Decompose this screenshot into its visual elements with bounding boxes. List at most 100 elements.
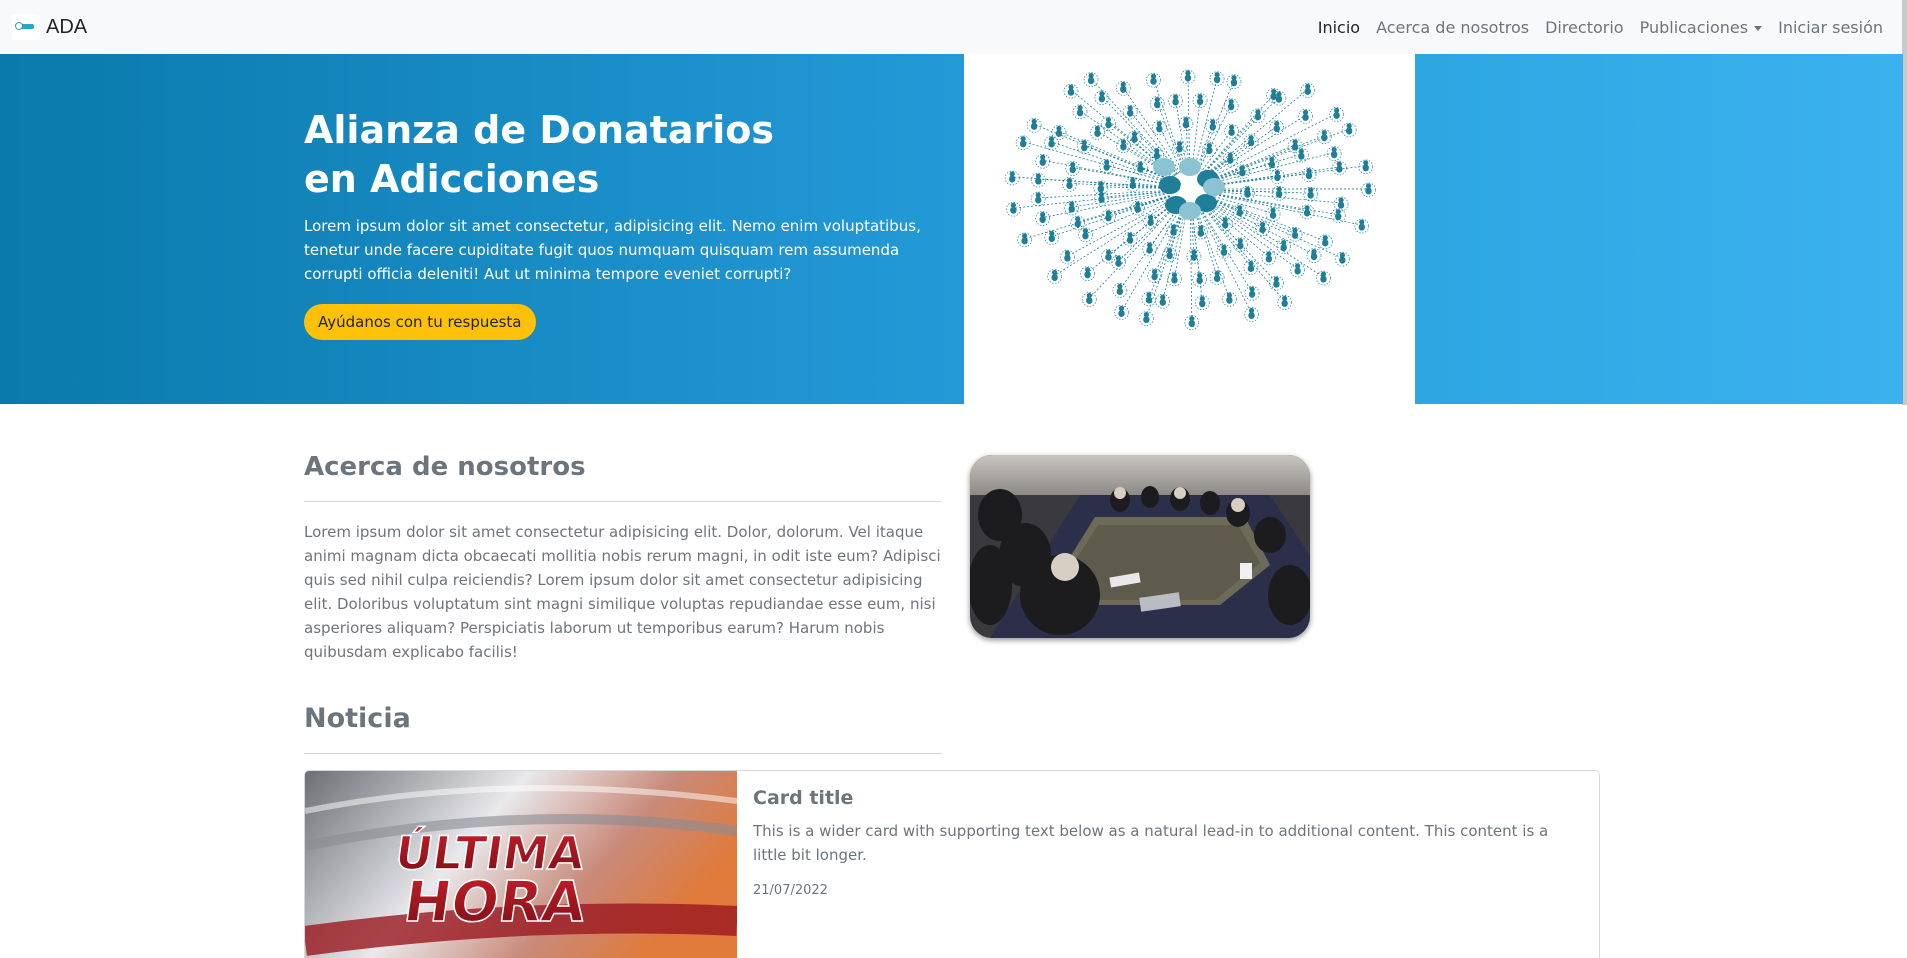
network-link [1162, 206, 1187, 301]
person-node-body [1339, 256, 1346, 264]
network-hub-node [1179, 158, 1201, 176]
network-hub-node [1203, 178, 1225, 196]
person-node-body [1330, 151, 1338, 159]
person-node-body [1273, 125, 1280, 133]
nav-links: Inicio Acerca de nosotros Directorio Pub… [1318, 18, 1895, 37]
person-node-body [1335, 213, 1342, 221]
person-node-body [1230, 79, 1238, 87]
person-node-body [1247, 139, 1255, 147]
person-node-body [1009, 175, 1016, 183]
person-node-body [1362, 164, 1369, 172]
person-node-body [1154, 101, 1161, 109]
network-hub-node [1179, 202, 1201, 220]
person-node-body [1131, 135, 1138, 143]
network-link [1202, 96, 1280, 175]
person-node-body [1051, 273, 1058, 282]
person-node-body [1143, 315, 1150, 324]
person-node-body [1126, 109, 1134, 117]
person-node-body [1151, 273, 1158, 281]
nav-link-iniciar-sesion[interactable]: Iniciar sesión [1778, 18, 1883, 37]
person-node-body [1048, 140, 1055, 148]
network-link [1204, 89, 1309, 176]
person-node-body [1116, 287, 1124, 295]
person-node-body [1237, 242, 1244, 250]
hero-title: Alianza de Donatarios en Adicciones [304, 108, 774, 201]
person-node-body [1066, 181, 1073, 190]
hero-description: Lorem ipsum dolor sit amet consectetur, … [304, 217, 921, 283]
network-link [1210, 153, 1302, 183]
network-hub-node [1159, 176, 1181, 194]
person-node-body [1064, 254, 1071, 262]
person-node-body [1333, 111, 1340, 119]
person-node-body [1021, 237, 1028, 245]
caret-down-icon [1754, 25, 1763, 31]
person-node-body [1259, 225, 1266, 234]
breaking-news-line2: HORA [400, 870, 590, 935]
person-node-body [1307, 191, 1314, 199]
person-node-body [1048, 234, 1056, 243]
help-response-button[interactable]: Ayúdanos con tu respuesta [304, 304, 536, 340]
brand-link[interactable]: ADA [12, 14, 87, 40]
about-heading: Acerca de nosotros [304, 452, 586, 482]
network-hub-center [1180, 179, 1200, 199]
person-node-body [1010, 206, 1017, 214]
person-node-body [1030, 122, 1038, 130]
network-link [1206, 200, 1284, 246]
person-node-body [1184, 74, 1192, 82]
person-node-body [1188, 319, 1196, 328]
person-node-body [1159, 298, 1166, 306]
network-link [1201, 203, 1285, 302]
news-card[interactable]: ÚLTIMA HORA Card title This is a wider c… [304, 770, 1600, 958]
person-node-body [1176, 145, 1183, 153]
person-node-body [1273, 280, 1280, 288]
person-node-body [1039, 158, 1046, 166]
network-link [1051, 141, 1171, 182]
person-node-body [1281, 299, 1288, 308]
network-hub-node [1153, 158, 1175, 176]
network-link [1211, 165, 1366, 187]
network-link [1042, 193, 1169, 218]
person-node-body [1171, 276, 1178, 284]
person-node-body [1247, 264, 1255, 273]
person-node-body [1320, 275, 1327, 283]
news-card-title: Card title [753, 787, 854, 809]
person-node-body [1150, 77, 1157, 85]
person-node-body [1098, 95, 1106, 103]
network-graph-image [1004, 69, 1376, 330]
page: ADA Inicio Acerca de nosotros Directorio… [0, 0, 1907, 958]
nav-link-inicio[interactable]: Inicio [1318, 18, 1360, 37]
nav-dropdown-publicaciones[interactable]: Publicaciones [1640, 18, 1763, 37]
person-node-body [1269, 211, 1277, 219]
network-link [1211, 193, 1308, 212]
person-node-body [1310, 252, 1318, 261]
news-card-date: 21/07/2022 [753, 883, 828, 898]
person-node-body [1248, 311, 1255, 320]
person-node-body [1298, 152, 1305, 160]
person-node-body [1082, 232, 1089, 240]
person-node-body [1039, 215, 1046, 224]
brand-name: ADA [46, 15, 88, 38]
person-node-body [1345, 127, 1353, 135]
person-node-body [1067, 88, 1075, 96]
news-card-image: ÚLTIMA HORA [305, 771, 737, 958]
network-link [1189, 206, 1193, 322]
person-node-body [1105, 121, 1112, 129]
person-node-body [1097, 185, 1104, 193]
person-node-body [1304, 87, 1311, 95]
person-node-body [1199, 300, 1206, 308]
network-link [1087, 202, 1176, 274]
network-link [1211, 189, 1311, 194]
meeting-photo-image [970, 455, 1310, 638]
nav-link-acerca[interactable]: Acerca de nosotros [1376, 18, 1529, 37]
person-node-body [1182, 121, 1190, 129]
person-node-body [1196, 98, 1204, 106]
person-node-body [1213, 274, 1221, 283]
person-node-body [1074, 220, 1081, 228]
person-node-body [1265, 255, 1273, 263]
breaking-news-image: ÚLTIMA HORA [305, 771, 737, 958]
person-node-body [1358, 223, 1365, 231]
person-node-body [1365, 187, 1372, 195]
nav-link-directorio[interactable]: Directorio [1545, 18, 1624, 37]
person-node-body [1294, 267, 1301, 275]
network-link [1205, 201, 1298, 270]
